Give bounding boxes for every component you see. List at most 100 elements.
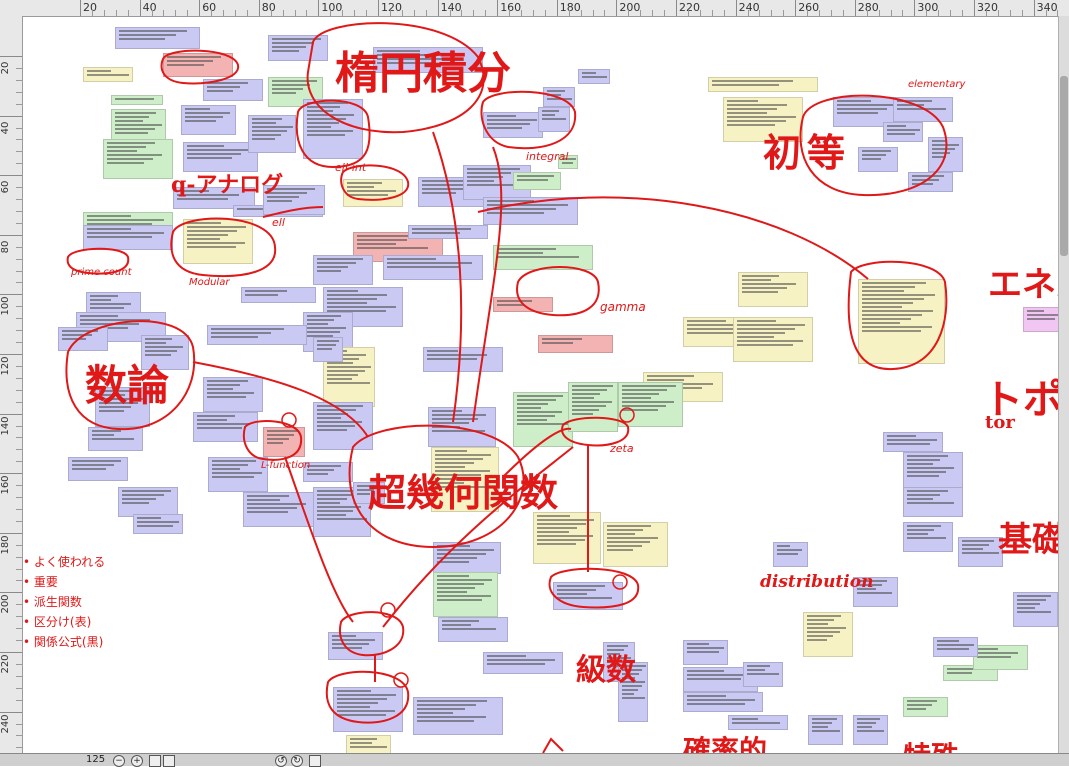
formula-card[interactable] xyxy=(808,715,843,745)
vertical-scrollbar[interactable] xyxy=(1058,16,1069,753)
formula-card[interactable] xyxy=(313,337,343,362)
formula-card[interactable] xyxy=(203,79,263,101)
formula-card[interactable] xyxy=(893,97,953,122)
formula-card[interactable] xyxy=(111,95,163,105)
formula-card[interactable] xyxy=(728,715,788,730)
formula-card[interactable] xyxy=(618,382,683,427)
formula-card[interactable] xyxy=(908,172,953,192)
zoom-level[interactable]: 125 xyxy=(86,754,105,766)
formula-card[interactable] xyxy=(733,317,813,362)
formula-card[interactable] xyxy=(433,542,501,574)
formula-card[interactable] xyxy=(408,225,488,239)
formula-text-line xyxy=(317,413,349,415)
formula-card[interactable] xyxy=(68,457,128,481)
fit-page-icon[interactable] xyxy=(149,755,161,767)
formula-card[interactable] xyxy=(263,427,305,457)
formula-card[interactable] xyxy=(883,122,923,142)
formula-card[interactable] xyxy=(578,69,610,84)
formula-card[interactable] xyxy=(603,522,668,567)
formula-card[interactable] xyxy=(708,77,818,92)
formula-card[interactable] xyxy=(973,645,1028,670)
formula-card[interactable] xyxy=(303,462,353,482)
formula-card[interactable] xyxy=(208,457,268,492)
grid-toggle-icon[interactable] xyxy=(309,755,321,767)
formula-card[interactable] xyxy=(333,687,403,732)
formula-card[interactable] xyxy=(268,35,328,61)
formula-card[interactable] xyxy=(413,697,503,735)
formula-card[interactable] xyxy=(343,179,403,207)
formula-card[interactable] xyxy=(853,715,888,745)
formula-card[interactable] xyxy=(241,287,316,303)
formula-card[interactable] xyxy=(193,412,258,442)
formula-card[interactable] xyxy=(683,692,763,712)
formula-card[interactable] xyxy=(313,255,373,285)
formula-card[interactable] xyxy=(133,514,183,534)
actual-size-icon[interactable] xyxy=(163,755,175,767)
formula-card[interactable] xyxy=(1013,592,1058,627)
formula-card[interactable] xyxy=(88,427,143,451)
formula-card[interactable] xyxy=(538,107,570,132)
formula-card[interactable] xyxy=(313,402,373,450)
formula-card[interactable] xyxy=(683,640,728,665)
formula-card[interactable] xyxy=(83,225,173,250)
formula-card[interactable] xyxy=(483,112,543,138)
formula-text-line xyxy=(387,258,436,260)
ruler-left-minor-tick xyxy=(16,91,22,93)
formula-card[interactable] xyxy=(903,452,963,492)
formula-card[interactable] xyxy=(203,377,263,412)
formula-card[interactable] xyxy=(538,335,613,353)
formula-card[interactable] xyxy=(1023,307,1058,332)
formula-card[interactable] xyxy=(903,697,948,717)
formula-card[interactable] xyxy=(183,219,253,264)
formula-card[interactable] xyxy=(513,172,561,190)
formula-card[interactable] xyxy=(543,87,575,107)
formula-card[interactable] xyxy=(103,139,173,179)
formula-card[interactable] xyxy=(803,612,853,657)
formula-card[interactable] xyxy=(383,255,483,280)
ruler-left-minor-tick xyxy=(16,318,22,320)
formula-card[interactable] xyxy=(303,99,363,159)
mindmap-canvas[interactable]: 楕円積分 初等 elementary integral ell-int ell … xyxy=(23,17,1058,753)
formula-card[interactable] xyxy=(58,327,108,351)
formula-card[interactable] xyxy=(743,662,783,687)
formula-card[interactable] xyxy=(858,147,898,172)
formula-card[interactable] xyxy=(346,735,391,753)
formula-card[interactable] xyxy=(243,492,315,527)
formula-card[interactable] xyxy=(423,347,503,372)
formula-card[interactable] xyxy=(493,245,593,270)
formula-card[interactable] xyxy=(568,382,618,432)
formula-card[interactable] xyxy=(248,115,296,153)
formula-card[interactable] xyxy=(903,487,963,517)
formula-text-line xyxy=(537,523,586,525)
formula-card[interactable] xyxy=(115,27,200,49)
formula-card[interactable] xyxy=(433,572,498,617)
formula-card[interactable] xyxy=(493,297,553,312)
formula-card[interactable] xyxy=(428,407,496,447)
zoom-out-icon[interactable]: − xyxy=(113,755,125,767)
zoom-in-icon[interactable]: + xyxy=(131,755,143,767)
formula-card[interactable] xyxy=(83,67,133,82)
scrollbar-thumb[interactable] xyxy=(1060,76,1068,256)
formula-card[interactable] xyxy=(513,392,573,447)
formula-card[interactable] xyxy=(533,512,601,564)
formula-card[interactable] xyxy=(553,582,623,610)
formula-card[interactable] xyxy=(118,487,178,517)
formula-card[interactable] xyxy=(163,53,233,77)
formula-card[interactable] xyxy=(328,632,383,660)
formula-card[interactable] xyxy=(858,279,945,364)
legend-item: • 派生関数 xyxy=(23,595,82,609)
formula-card[interactable] xyxy=(928,137,963,172)
formula-card[interactable] xyxy=(438,617,508,642)
formula-card[interactable] xyxy=(483,652,563,674)
formula-card[interactable] xyxy=(883,432,943,452)
formula-card[interactable] xyxy=(483,197,578,225)
formula-card[interactable] xyxy=(903,522,953,552)
rotate-left-icon[interactable]: ↺ xyxy=(275,755,287,767)
rotate-right-icon[interactable]: ↻ xyxy=(291,755,303,767)
formula-card[interactable] xyxy=(773,542,808,567)
formula-card[interactable] xyxy=(207,325,307,345)
formula-card[interactable] xyxy=(933,637,978,657)
formula-card[interactable] xyxy=(738,272,808,307)
formula-card[interactable] xyxy=(181,105,236,135)
formula-card[interactable] xyxy=(958,537,1003,567)
